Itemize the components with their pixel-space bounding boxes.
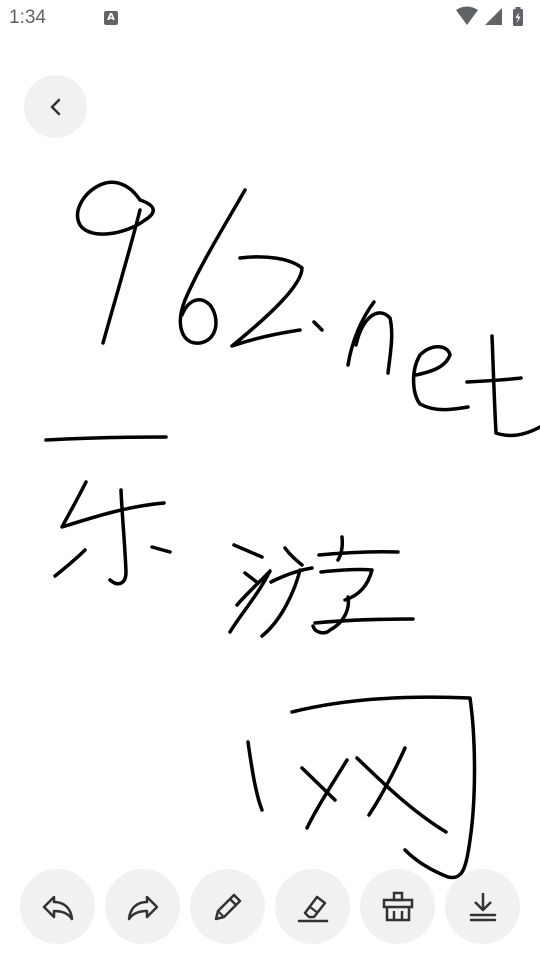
chevron-left-icon — [50, 98, 60, 115]
redo-icon — [127, 895, 158, 920]
redo-button[interactable] — [105, 869, 180, 944]
status-time: 1:34 — [9, 7, 46, 28]
signal-icon — [485, 8, 502, 25]
clear-basket-icon — [382, 891, 413, 921]
download-icon — [469, 892, 496, 921]
undo-button[interactable] — [20, 869, 95, 944]
wifi-icon — [456, 6, 478, 25]
status-icons — [456, 6, 523, 26]
handwriting-strokes — [44, 180, 540, 880]
pencil-button[interactable] — [190, 869, 265, 944]
undo-icon — [42, 895, 73, 920]
pencil-icon — [214, 893, 241, 920]
drawing-toolbar — [0, 869, 540, 945]
eraser-icon — [297, 895, 328, 922]
download-button[interactable] — [445, 869, 520, 944]
eraser-button[interactable] — [275, 869, 350, 944]
drawing-canvas[interactable] — [0, 150, 540, 890]
drawing-screen: 1:34 A — [0, 0, 540, 960]
battery-charging-icon — [513, 7, 523, 26]
a-letter-icon: A — [104, 11, 118, 25]
back-button[interactable] — [24, 75, 87, 138]
clear-button[interactable] — [360, 869, 435, 944]
status-bar: 1:34 A — [0, 0, 540, 36]
